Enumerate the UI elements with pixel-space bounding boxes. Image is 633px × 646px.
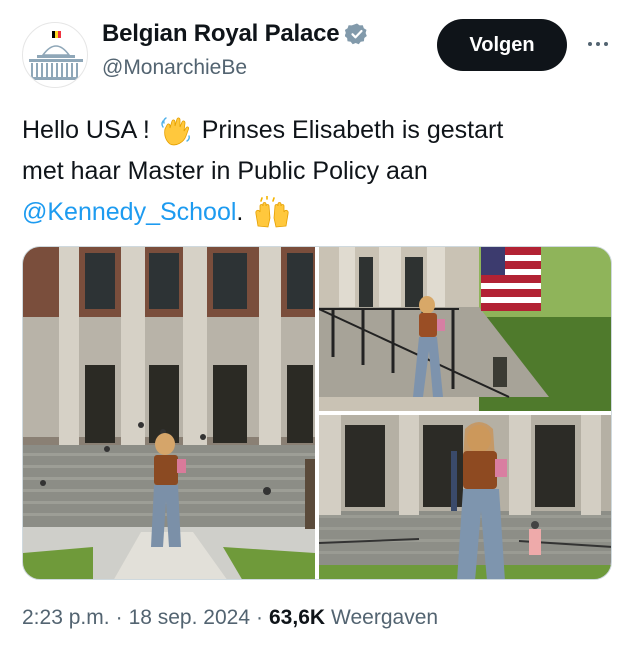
photo-princess-closeup-walking[interactable] [319, 415, 611, 579]
views-label: Weergaven [331, 606, 439, 629]
tweet-text-segment: . [236, 198, 244, 226]
views-count: 63,6K [269, 606, 326, 629]
more-options-button[interactable] [578, 30, 618, 58]
tweet-date[interactable]: 18 sep. 2024 [129, 606, 250, 630]
tweet-line-1: Hello USA ! Prinses Elisabeth is gestart [22, 110, 612, 151]
author-display-name[interactable]: Belgian Royal Palace [102, 20, 340, 48]
meta-separator: · [115, 606, 123, 629]
author-name-row[interactable]: Belgian Royal Palace [102, 20, 369, 48]
photo-image [319, 247, 611, 411]
more-horizontal-icon [586, 42, 610, 46]
photo-image [23, 247, 315, 579]
tweet-text-segment: Hello USA ! [22, 116, 150, 144]
media-grid [22, 246, 612, 580]
royal-palace-building-icon [28, 31, 84, 80]
follow-button[interactable]: Volgen [437, 19, 567, 71]
photo-image [319, 415, 611, 579]
author-handle[interactable]: @MonarchieBe [102, 56, 247, 80]
tweet-text-segment: Prinses Elisabeth is gestart [201, 116, 504, 144]
tweet-time[interactable]: 2:23 p.m. [22, 606, 110, 630]
raising-hands-emoji [255, 196, 289, 228]
verified-gray-badge-icon[interactable] [345, 22, 369, 46]
meta-separator: · [256, 606, 263, 629]
avatar[interactable] [22, 22, 88, 88]
photo-princess-walking-building[interactable] [23, 247, 315, 579]
photo-princess-on-steps-flag[interactable] [319, 247, 611, 411]
tweet-meta: 2:23 p.m. · 18 sep. 2024 · 63,6K Weergav… [22, 606, 438, 630]
tweet-line-3: @Kennedy_School. [22, 192, 612, 233]
waving-hand-emoji [161, 117, 190, 146]
mention-link[interactable]: @Kennedy_School [22, 198, 236, 226]
tweet-line-2: met haar Master in Public Policy aan [22, 157, 428, 185]
tweet-text: Hello USA ! Prinses Elisabeth is gestart… [22, 110, 612, 233]
